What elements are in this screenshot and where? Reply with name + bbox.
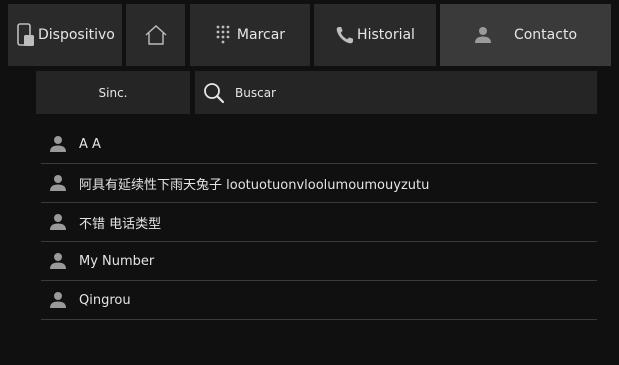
person-icon [49, 291, 67, 309]
contact-row[interactable]: 阿具有延续性下雨天兔子 lootuotuonvloolumoumouyzutu [41, 164, 597, 203]
search-button-label: Buscar [235, 85, 276, 100]
person-icon [49, 252, 67, 270]
contact-list: A A 阿具有延续性下雨天兔子 lootuotuonvloolumoumouyz… [41, 125, 597, 320]
tab-contacto-label: Contacto [513, 27, 578, 43]
contact-row[interactable]: 不错 电话类型 [41, 203, 597, 242]
home-icon [144, 24, 168, 46]
tab-historial-label: Historial [357, 27, 415, 43]
search-button[interactable]: Buscar [195, 71, 597, 114]
contact-name: 阿具有延续性下雨天兔子 lootuotuonvloolumoumouyzutu [79, 177, 430, 193]
person-icon [49, 174, 67, 192]
person-icon [49, 135, 67, 153]
tab-contacto[interactable]: Contacto [440, 4, 611, 66]
tab-historial[interactable]: Historial [314, 4, 436, 66]
contact-name: Qingrou [79, 292, 131, 308]
contacts-toolbar: Sinc. Buscar [36, 71, 597, 114]
sync-button-label: Sinc. [98, 85, 128, 100]
top-tab-bar: Dispositivo Marcar Historial Contacto [8, 4, 611, 66]
tab-home[interactable] [126, 4, 185, 66]
person-icon [49, 213, 67, 231]
tab-marcar[interactable]: Marcar [190, 4, 310, 66]
phone-device-icon [16, 22, 38, 48]
tab-marcar-label: Marcar [236, 27, 286, 43]
sync-button[interactable]: Sinc. [36, 71, 190, 114]
tab-dispositivo[interactable]: Dispositivo [8, 4, 122, 66]
contact-row[interactable]: My Number [41, 242, 597, 281]
phone-contacts-screen: Dispositivo Marcar Historial Contacto Si… [0, 0, 619, 365]
contact-row[interactable]: Qingrou [41, 281, 597, 320]
phone-handset-icon [335, 25, 355, 45]
contact-row[interactable]: A A [41, 125, 597, 164]
contact-name: My Number [79, 253, 155, 269]
search-icon [203, 82, 225, 104]
person-icon [474, 26, 492, 44]
dialpad-icon [215, 24, 231, 46]
contact-name: A A [79, 136, 101, 152]
tab-dispositivo-label: Dispositivo [38, 27, 115, 43]
contact-name: 不错 电话类型 [79, 216, 162, 232]
